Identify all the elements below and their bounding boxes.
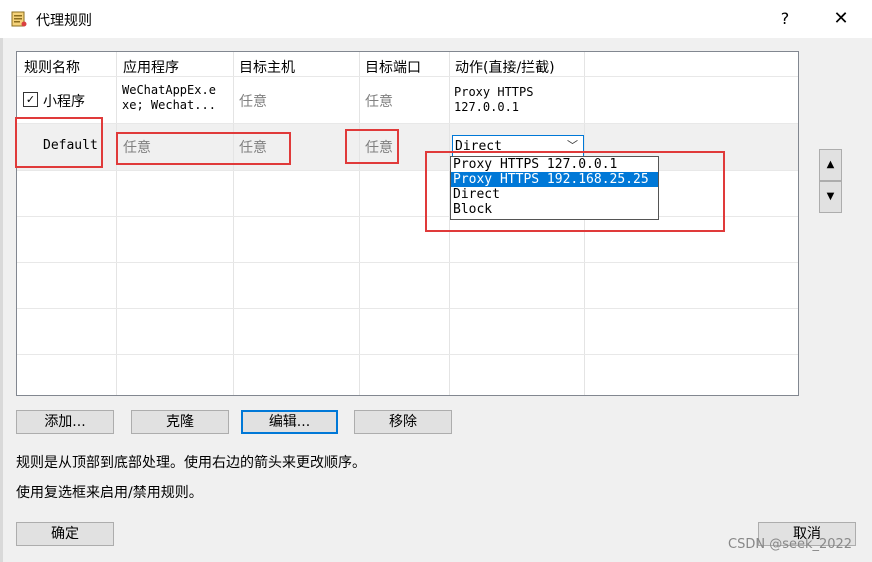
- rule-target-port: 任意: [365, 94, 393, 110]
- edit-button[interactable]: 编辑...: [241, 410, 338, 434]
- info-text-order: 规则是从顶部到底部处理。使用右边的箭头来更改顺序。: [16, 455, 366, 471]
- column-header-application[interactable]: 应用程序: [123, 57, 179, 77]
- rule-enable-checkbox[interactable]: ✓: [23, 92, 38, 107]
- annotation-box: [15, 117, 103, 168]
- add-button[interactable]: 添加...: [16, 410, 114, 434]
- move-up-button[interactable]: ▲: [819, 149, 842, 181]
- ok-button[interactable]: 确定: [16, 522, 114, 546]
- rule-name[interactable]: 小程序: [43, 91, 85, 111]
- column-header-rule-name[interactable]: 规则名称: [24, 57, 80, 77]
- title-bar: 代理规则 ? ✕: [0, 0, 872, 38]
- remove-button[interactable]: 移除: [354, 410, 452, 434]
- window-edge: [0, 38, 3, 562]
- window-title: 代理规则: [36, 13, 92, 29]
- column-header-target-port[interactable]: 目标端口: [365, 57, 421, 77]
- clone-button[interactable]: 克隆: [131, 410, 229, 434]
- row-divider: [17, 262, 798, 263]
- column-header-action[interactable]: 动作(直接/拦截): [455, 57, 555, 77]
- annotation-box: [116, 132, 291, 165]
- column-divider: [233, 52, 234, 395]
- row-divider: [17, 123, 798, 124]
- rule-application-line1: WeChatAppEx.e: [122, 83, 216, 97]
- column-divider: [116, 52, 117, 395]
- annotation-box: [345, 129, 399, 164]
- rule-action-line2: 127.0.0.1: [454, 100, 520, 114]
- move-down-button[interactable]: ▼: [819, 181, 842, 213]
- rule-target-host: 任意: [239, 94, 267, 110]
- info-text-checkbox: 使用复选框来启用/禁用规则。: [16, 485, 203, 501]
- column-divider: [359, 52, 360, 395]
- close-button[interactable]: ✕: [826, 5, 856, 33]
- app-icon: [11, 11, 27, 27]
- watermark: CSDN @seek_2022: [728, 537, 853, 552]
- rule-application-line2: xe; Wechat...: [122, 98, 216, 112]
- row-divider: [17, 308, 798, 309]
- column-header-target-host[interactable]: 目标主机: [239, 57, 295, 77]
- annotation-box: [425, 151, 725, 232]
- rule-action-line1: Proxy HTTPS: [454, 85, 534, 99]
- help-button[interactable]: ?: [772, 5, 798, 33]
- row-divider: [17, 354, 798, 355]
